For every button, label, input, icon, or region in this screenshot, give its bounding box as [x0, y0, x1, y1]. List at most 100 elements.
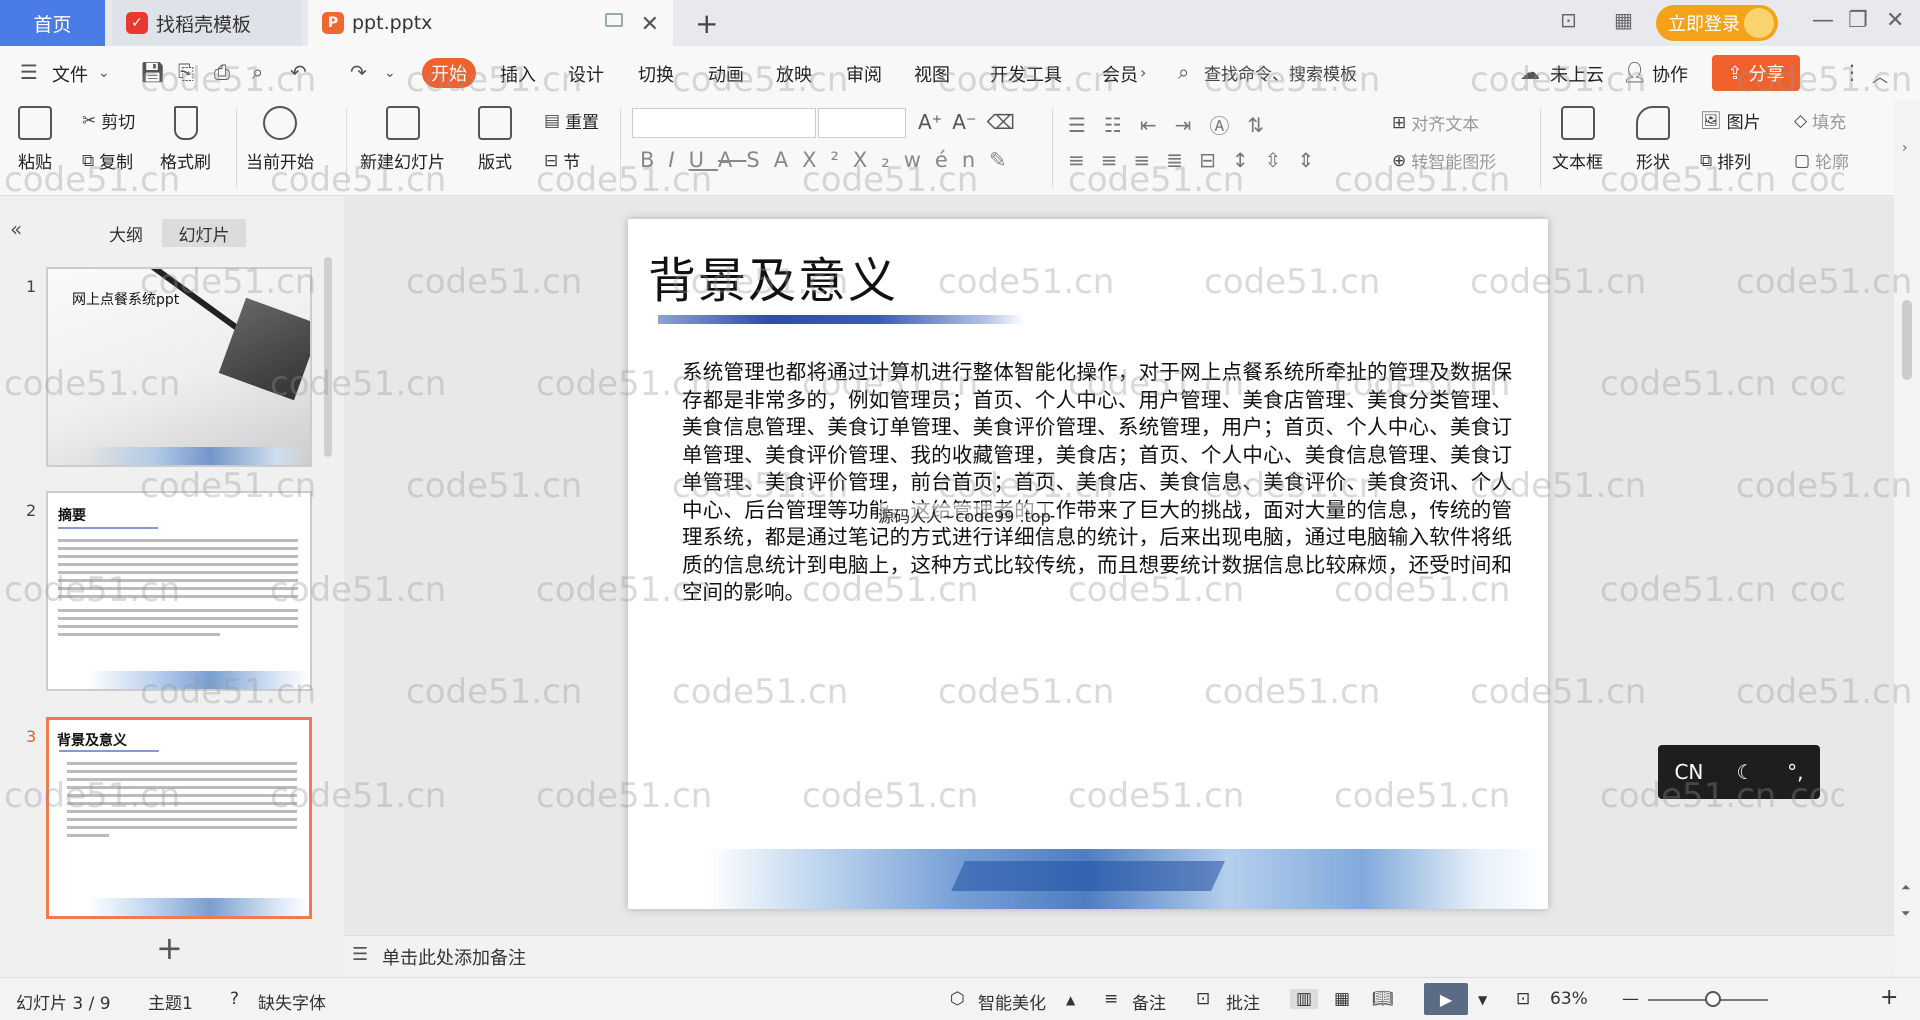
- section-button[interactable]: ⊟ 节: [544, 148, 580, 174]
- current-slide[interactable]: 背景及意义 系统管理也都将通过计算机进行整体智能化操作，对于网上点餐系统所牵扯的…: [628, 219, 1548, 909]
- cut-button[interactable]: ✂︎ 剪切: [82, 108, 135, 134]
- shape-button[interactable]: 形状: [1636, 106, 1670, 173]
- menu-view[interactable]: 视图: [914, 61, 950, 87]
- textbox-button[interactable]: 文本框: [1552, 106, 1603, 173]
- reset-button[interactable]: ▤ 重置: [544, 108, 599, 134]
- strikethrough-icon[interactable]: A: [718, 148, 746, 172]
- slide-thumbnail-3[interactable]: 背景及意义: [46, 717, 312, 919]
- redo-icon[interactable]: ↷: [350, 60, 367, 84]
- tab-outline[interactable]: 大纲: [96, 219, 156, 247]
- reading-view-icon[interactable]: 📖︎: [1372, 989, 1394, 1009]
- fit-window-icon[interactable]: ⊡: [1516, 989, 1530, 1009]
- layout-button[interactable]: 版式: [478, 106, 512, 173]
- thumbnail-scrollbar[interactable]: [324, 257, 332, 457]
- menu-review[interactable]: 审阅: [846, 61, 882, 87]
- align-left-icon[interactable]: ≡: [1068, 148, 1101, 172]
- close-tab-icon[interactable]: ✕: [641, 12, 659, 37]
- minimize-icon[interactable]: —: [1812, 8, 1834, 33]
- search-input[interactable]: 查找命令、搜索模板: [1204, 60, 1357, 85]
- tab-templates[interactable]: ✓ 找稻壳模板: [112, 0, 302, 46]
- next-slide-icon[interactable]: ⏷: [1901, 906, 1911, 921]
- menu-animation[interactable]: 动画: [708, 61, 744, 87]
- menu-file[interactable]: 文件: [52, 61, 88, 87]
- collapse-panel-icon[interactable]: «: [10, 217, 22, 241]
- apps-grid-icon[interactable]: ▦: [1614, 8, 1633, 32]
- collapse-ribbon-icon[interactable]: ︿: [1872, 63, 1888, 87]
- para-spacing-icon[interactable]: ⇳: [1265, 148, 1298, 172]
- phonetic-icon[interactable]: wén: [904, 148, 989, 172]
- undo-icon[interactable]: ↶: [290, 60, 307, 84]
- slide-body-text[interactable]: 系统管理也都将通过计算机进行整体智能化操作，对于网上点餐系统所牵扯的管理及数据保…: [682, 359, 1512, 607]
- notes-placeholder[interactable]: 单击此处添加备注: [382, 944, 526, 970]
- more-menu-icon[interactable]: ›: [1140, 63, 1146, 82]
- underline-icon[interactable]: U: [689, 148, 718, 172]
- add-slide-icon[interactable]: +: [156, 929, 183, 967]
- copy-button[interactable]: ⧉ 复制: [82, 148, 133, 174]
- scroll-thumb[interactable]: [1902, 300, 1912, 380]
- italic-icon[interactable]: I: [668, 148, 688, 172]
- picture-button[interactable]: 🖼︎ 图片: [1700, 108, 1761, 134]
- zoom-out-icon[interactable]: —: [1622, 989, 1639, 1009]
- new-tab-icon[interactable]: +: [695, 7, 718, 40]
- comment-button[interactable]: 批注: [1226, 989, 1260, 1014]
- highlight-icon[interactable]: ✎: [989, 148, 1021, 172]
- paste-button[interactable]: 粘贴: [18, 106, 52, 173]
- text-format-controls[interactable]: B I U A S A X² X₂ wén ✎: [640, 148, 1021, 172]
- subscript-icon[interactable]: X₂: [853, 148, 904, 172]
- text-direction-icon[interactable]: Ⓐ: [1209, 110, 1247, 139]
- distribute-icon[interactable]: ⊟: [1199, 148, 1232, 172]
- grow-font-icon[interactable]: A⁺: [918, 110, 942, 134]
- font-color-icon[interactable]: A: [774, 148, 802, 172]
- collab-button[interactable]: 协作: [1652, 61, 1688, 87]
- smartart-button[interactable]: ⊕ 转智能图形: [1392, 148, 1496, 174]
- slideshow-play-button[interactable]: ▶: [1424, 983, 1468, 1015]
- columns-icon[interactable]: ⇕: [1297, 148, 1330, 172]
- prev-slide-icon[interactable]: ⏶: [1901, 880, 1911, 895]
- normal-view-icon[interactable]: ▥: [1290, 989, 1319, 1009]
- beautify-button[interactable]: 智能美化: [978, 989, 1046, 1014]
- clear-format-icon[interactable]: ⌫: [987, 110, 1015, 134]
- font-size-combo[interactable]: [818, 108, 906, 138]
- increase-indent-icon[interactable]: ⇥: [1175, 113, 1210, 137]
- login-button[interactable]: 立即登录: [1656, 5, 1778, 41]
- customize-chevron-icon[interactable]: ⌄: [384, 65, 396, 81]
- tab-home[interactable]: 首页: [0, 0, 105, 46]
- missing-font-button[interactable]: 缺失字体: [258, 989, 326, 1014]
- close-window-icon[interactable]: ✕: [1886, 8, 1904, 33]
- zoom-in-icon[interactable]: +: [1880, 985, 1898, 1010]
- layout-toggle-icon[interactable]: ⊡: [1560, 8, 1577, 32]
- menu-design[interactable]: 设计: [568, 61, 604, 87]
- more-icon[interactable]: ⋮: [1842, 60, 1862, 84]
- window-mode-icon[interactable]: [605, 13, 623, 27]
- paragraph-controls-bottom[interactable]: ≡ ≡ ≡ ≣ ⊟ ↕ ⇳ ⇕: [1068, 148, 1330, 172]
- align-right-icon[interactable]: ≡: [1134, 148, 1167, 172]
- new-slide-button[interactable]: 新建幻灯片: [360, 106, 445, 173]
- align-text-button[interactable]: ⊞ 对齐文本: [1392, 110, 1479, 136]
- zoom-level[interactable]: 63%: [1550, 989, 1588, 1009]
- paragraph-controls-top[interactable]: ☰ ☷ ⇤ ⇥ Ⓐ ⇅: [1068, 110, 1282, 139]
- align-center-icon[interactable]: ≡: [1101, 148, 1134, 172]
- line-spacing-icon[interactable]: ↕: [1232, 148, 1265, 172]
- menu-transition[interactable]: 切换: [638, 61, 674, 87]
- slide-thumbnail-1[interactable]: 网上点餐系统ppt: [46, 267, 312, 467]
- arrange-button[interactable]: ⧉ 排列: [1700, 148, 1751, 174]
- chevron-down-icon[interactable]: ⌄: [98, 65, 110, 81]
- share-button[interactable]: ⇪ 分享: [1712, 55, 1800, 91]
- outline-button[interactable]: ▢ 轮廓: [1794, 148, 1849, 174]
- ribbon-scroll-right-icon[interactable]: ›: [1902, 140, 1908, 156]
- tab-slides[interactable]: 幻灯片: [162, 219, 246, 247]
- justify-icon[interactable]: ≣: [1166, 148, 1199, 172]
- format-painter-button[interactable]: 格式刷: [160, 106, 211, 173]
- export-pdf-icon[interactable]: ⎘: [178, 60, 194, 84]
- ime-indicator[interactable]: CN ☾ °,: [1658, 745, 1820, 799]
- superscript-icon[interactable]: X²: [802, 148, 853, 172]
- play-options-icon[interactable]: ▼: [1478, 993, 1487, 1007]
- menu-home-active[interactable]: 开始: [422, 58, 476, 88]
- shrink-font-icon[interactable]: A⁻: [952, 110, 976, 134]
- chevron-up-icon[interactable]: ▲: [1066, 993, 1075, 1007]
- theme-name[interactable]: 主题1: [148, 989, 193, 1014]
- fill-button[interactable]: ◇ 填充: [1794, 108, 1846, 134]
- bold-icon[interactable]: B: [640, 148, 668, 172]
- zoom-slider-thumb[interactable]: [1705, 991, 1721, 1007]
- cloud-status[interactable]: 未上云: [1550, 61, 1604, 87]
